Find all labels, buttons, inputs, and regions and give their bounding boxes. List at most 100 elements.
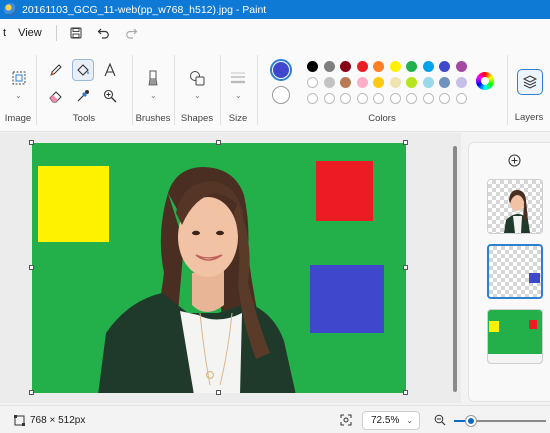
undo-icon[interactable] xyxy=(93,22,115,44)
palette-swatch[interactable] xyxy=(406,77,417,88)
palette-swatch[interactable] xyxy=(323,77,335,88)
fit-to-window-icon[interactable] xyxy=(340,414,352,426)
redo-icon[interactable] xyxy=(121,22,143,44)
menu-bar: t View xyxy=(0,19,550,47)
secondary-color-button[interactable] xyxy=(272,86,290,104)
colors-group: Colors xyxy=(258,47,506,132)
palette-swatch[interactable] xyxy=(307,77,318,88)
status-bar: 768 × 512px 72.5% ⌄ xyxy=(0,405,550,433)
color-picker-icon[interactable] xyxy=(72,85,94,107)
zoom-slider-thumb[interactable] xyxy=(465,416,476,426)
zoom-slider[interactable] xyxy=(454,416,546,426)
palette-swatch[interactable] xyxy=(455,61,467,72)
custom-color-slot[interactable] xyxy=(406,93,417,104)
palette-swatch[interactable] xyxy=(389,77,401,88)
primary-color-swatch xyxy=(273,62,289,78)
canvas-workspace xyxy=(0,133,461,403)
brushes-chevron-down-icon[interactable]: ⌄ xyxy=(150,91,157,100)
zoom-value: 72.5% xyxy=(371,415,400,426)
custom-color-slot[interactable] xyxy=(373,93,384,104)
palette-swatch[interactable] xyxy=(406,61,417,72)
resize-handle[interactable] xyxy=(403,265,408,270)
resize-handle[interactable] xyxy=(29,140,34,145)
resize-handle[interactable] xyxy=(29,265,34,270)
shapes-group-label: Shapes xyxy=(180,113,214,124)
save-icon[interactable] xyxy=(65,22,87,44)
person-image xyxy=(98,167,296,393)
palette-swatch[interactable] xyxy=(340,77,351,88)
drawing-canvas[interactable] xyxy=(32,143,406,393)
image-chevron-down-icon[interactable]: ⌄ xyxy=(15,91,22,100)
yellow-square-thumbnail xyxy=(489,321,499,332)
primary-color-button[interactable] xyxy=(270,59,292,81)
zoom-chevron-down-icon: ⌄ xyxy=(406,416,413,425)
palette-swatch[interactable] xyxy=(340,61,351,72)
menu-file[interactable]: t xyxy=(0,22,12,44)
edit-colors-icon[interactable] xyxy=(476,72,494,90)
palette-swatch[interactable] xyxy=(373,61,384,72)
brush-icon[interactable] xyxy=(142,67,164,89)
palette-swatch[interactable] xyxy=(323,61,335,72)
palette-swatch[interactable] xyxy=(455,77,467,88)
size-group: ⌄ Size xyxy=(221,47,255,132)
palette-swatch[interactable] xyxy=(356,61,368,72)
resize-handle[interactable] xyxy=(216,140,221,145)
blue-square-thumbnail xyxy=(529,273,540,283)
custom-color-slot[interactable] xyxy=(439,93,450,104)
select-icon[interactable] xyxy=(8,67,30,89)
person-thumbnail-image xyxy=(504,190,530,233)
ribbon: ⌄ Image Tools ⌄ Brushes ⌄ Shapes ⌄ Size … xyxy=(0,47,550,132)
vertical-scrollbar[interactable] xyxy=(453,146,457,392)
zoom-out-icon[interactable] xyxy=(434,414,446,426)
layer-thumbnail-blue-square[interactable] xyxy=(487,244,543,299)
size-icon[interactable] xyxy=(227,67,249,89)
custom-color-slot[interactable] xyxy=(422,93,434,104)
custom-color-slot[interactable] xyxy=(323,93,335,104)
custom-color-slot[interactable] xyxy=(389,93,401,104)
brushes-group: ⌄ Brushes xyxy=(133,47,173,132)
palette-swatch[interactable] xyxy=(307,61,318,72)
resize-handle[interactable] xyxy=(216,390,221,395)
custom-color-slot[interactable] xyxy=(340,93,351,104)
shapes-group: ⌄ Shapes xyxy=(175,47,219,132)
blue-rectangle xyxy=(310,265,384,333)
canvas-size-icon xyxy=(14,415,25,426)
colors-group-label: Colors xyxy=(368,113,396,124)
size-chevron-down-icon[interactable]: ⌄ xyxy=(235,91,242,100)
pencil-icon[interactable] xyxy=(45,59,67,81)
title-bar: 20161103_GCG_11-web(pp_w768_h512).jpg - … xyxy=(0,0,550,19)
palette-swatch[interactable] xyxy=(422,61,434,72)
eraser-icon[interactable] xyxy=(45,85,67,107)
thumbnail-bottom-strip xyxy=(488,354,542,363)
size-group-label: Size xyxy=(228,113,248,124)
magnifier-icon[interactable] xyxy=(99,85,121,107)
layers-group-label: Layers xyxy=(514,112,544,123)
zoom-dropdown[interactable]: 72.5% ⌄ xyxy=(362,411,420,430)
shapes-chevron-down-icon[interactable]: ⌄ xyxy=(194,91,201,100)
palette-swatch[interactable] xyxy=(439,61,450,72)
custom-color-slot[interactable] xyxy=(307,93,318,104)
custom-color-slot[interactable] xyxy=(356,93,368,104)
layers-button[interactable] xyxy=(517,69,543,95)
shapes-icon[interactable] xyxy=(186,67,208,89)
resize-handle[interactable] xyxy=(403,140,408,145)
text-icon[interactable] xyxy=(99,59,121,81)
custom-color-slot[interactable] xyxy=(455,93,467,104)
menu-view[interactable]: View xyxy=(12,22,48,44)
canvas-dimensions: 768 × 512px xyxy=(30,415,86,426)
palette-swatch[interactable] xyxy=(439,77,450,88)
image-group: ⌄ Image xyxy=(0,47,36,132)
fill-icon[interactable] xyxy=(72,59,94,81)
layers-icon xyxy=(522,75,538,89)
palette-swatch[interactable] xyxy=(373,77,384,88)
palette-swatch[interactable] xyxy=(389,61,401,72)
resize-handle[interactable] xyxy=(403,390,408,395)
paint-app-icon xyxy=(4,3,17,16)
palette-swatch[interactable] xyxy=(356,77,368,88)
add-layer-icon[interactable] xyxy=(507,153,521,167)
resize-handle[interactable] xyxy=(29,390,34,395)
tools-group: Tools xyxy=(37,47,131,132)
layer-thumbnail-person[interactable] xyxy=(487,179,543,234)
layer-thumbnail-background[interactable] xyxy=(487,309,543,364)
palette-swatch[interactable] xyxy=(422,77,434,88)
